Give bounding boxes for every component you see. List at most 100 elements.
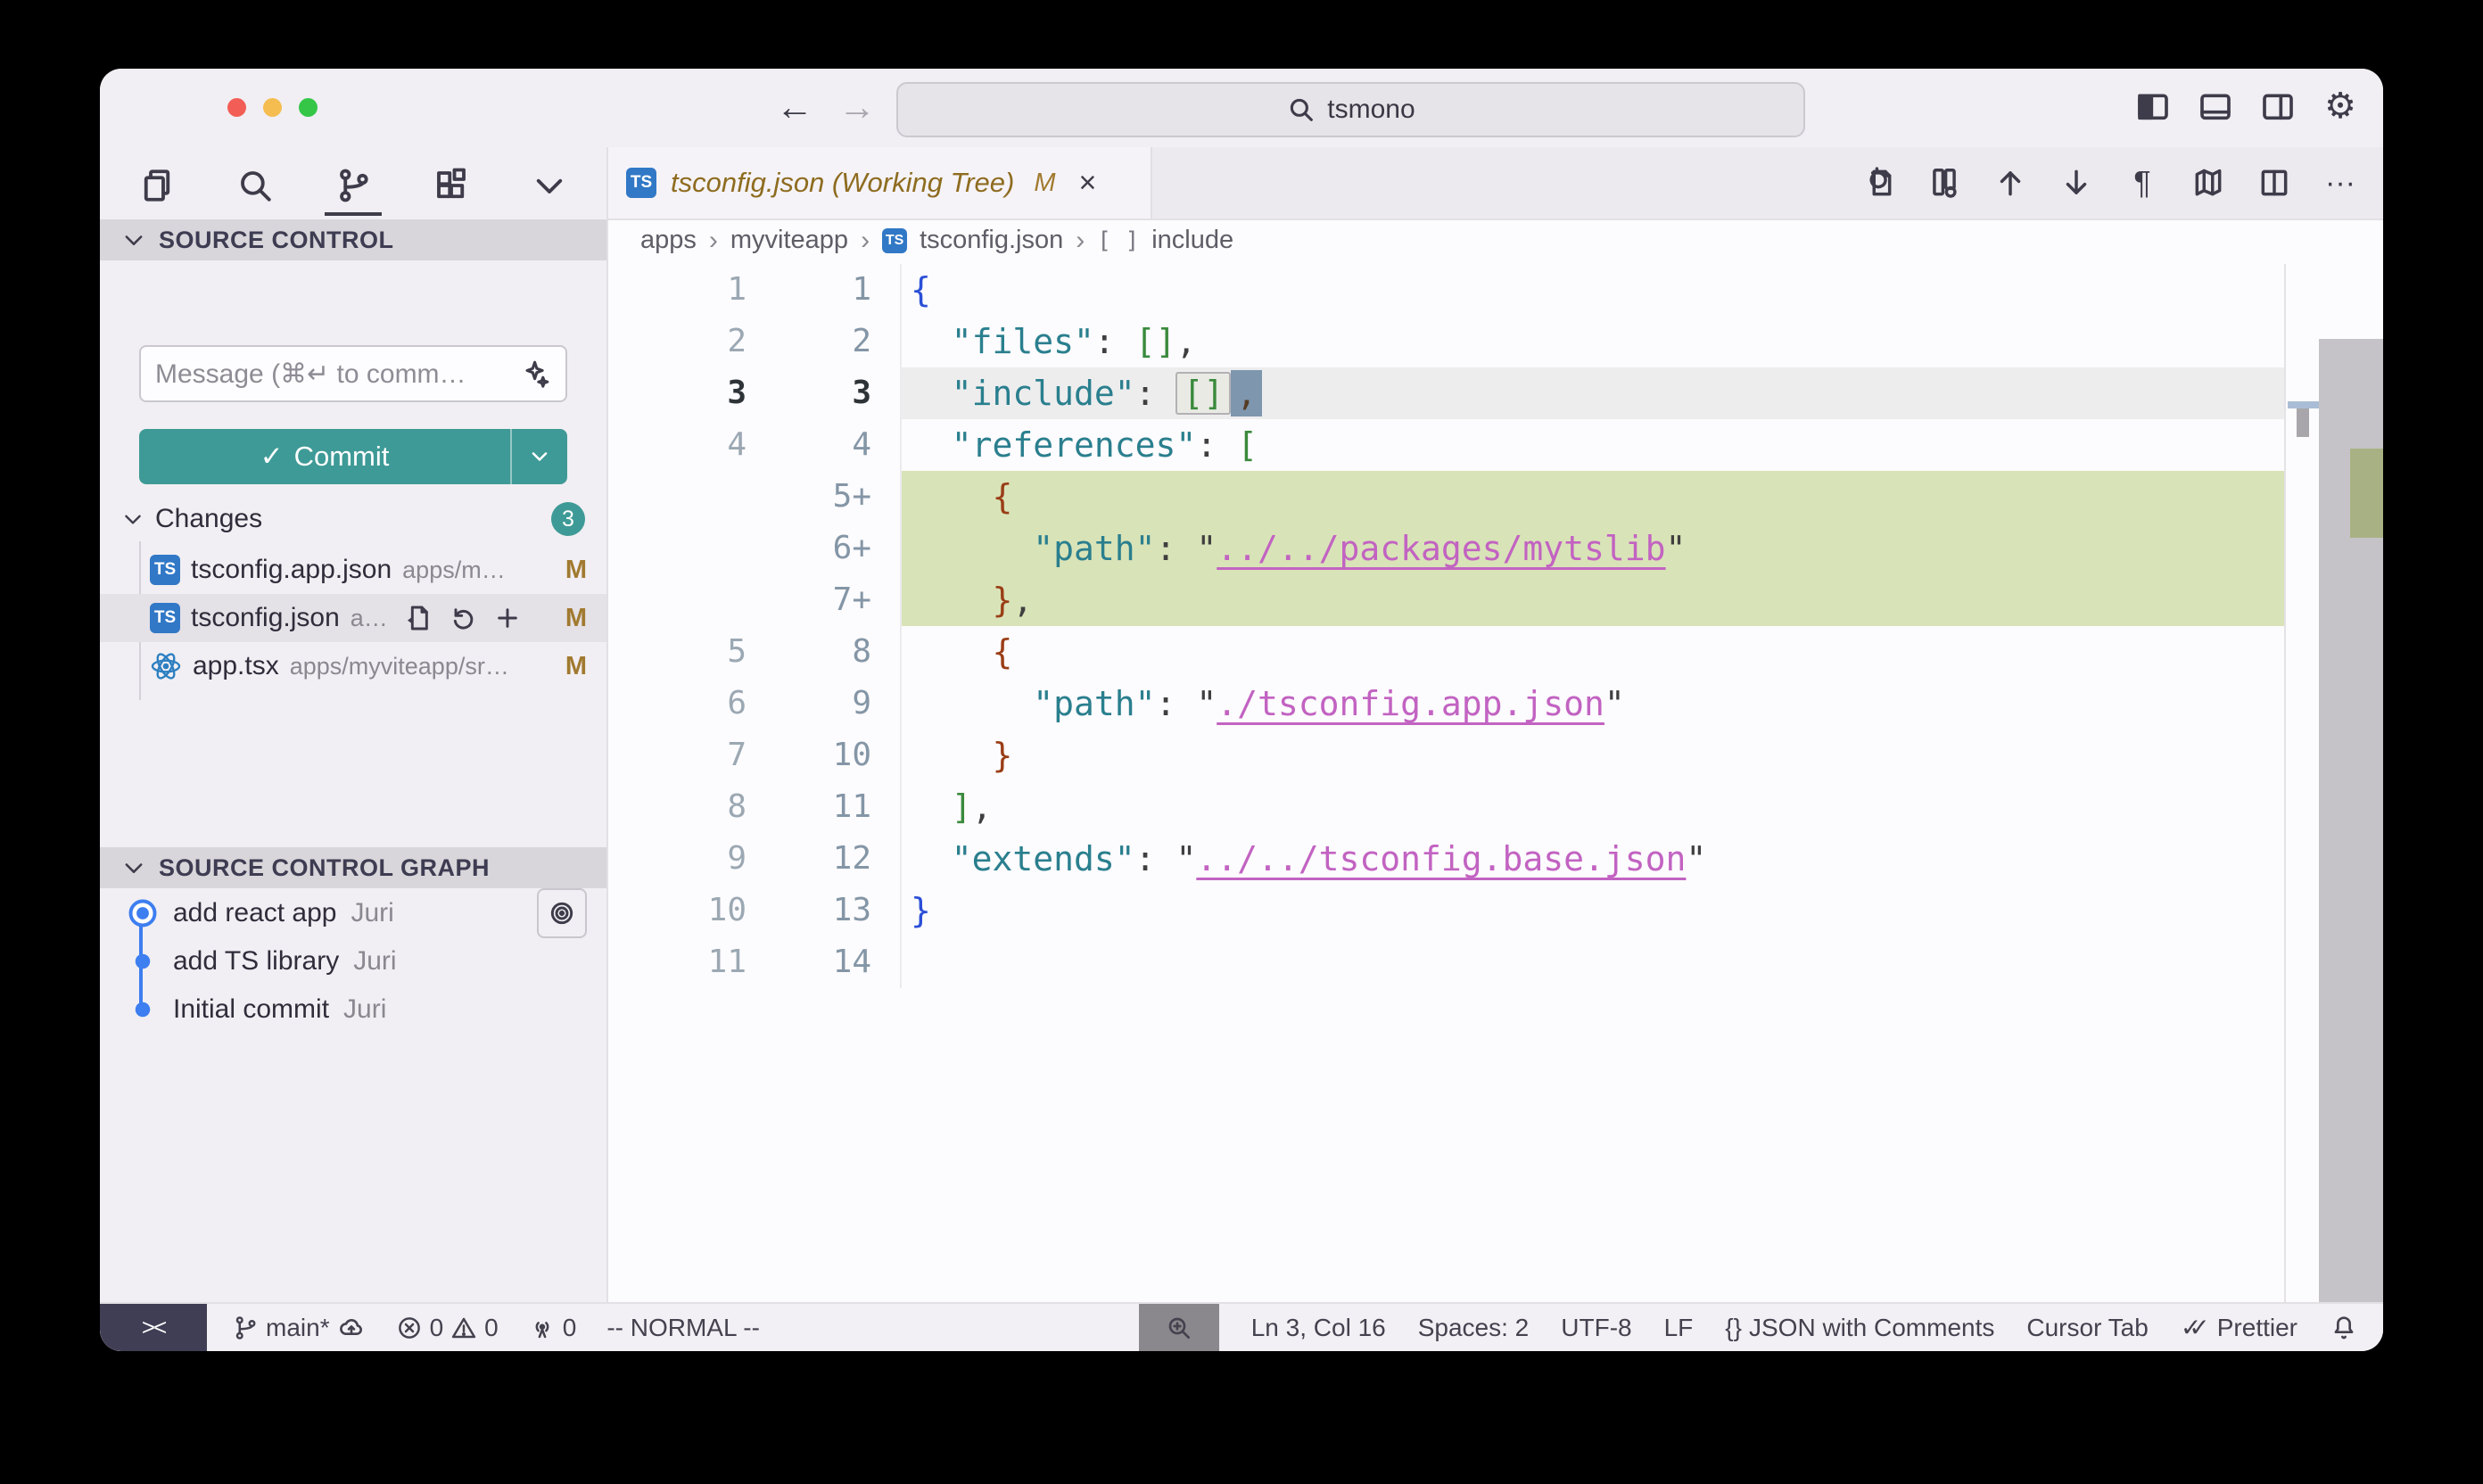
previous-change-icon[interactable] [1991,163,2030,202]
code-line[interactable]: 1114 [608,936,2383,988]
checkout-target-button[interactable] [537,888,587,938]
remote-indicator[interactable]: >< [100,1304,207,1351]
modified-line-number[interactable]: 14 [747,936,871,988]
close-window-button[interactable] [227,98,246,117]
modified-line-number[interactable]: 9 [747,678,871,730]
next-change-icon[interactable] [2057,163,2096,202]
changes-header[interactable]: Changes 3 [100,499,606,539]
original-line-number[interactable]: 2 [608,316,747,367]
source-control-graph-section-header[interactable]: SOURCE CONTROL GRAPH [100,847,606,888]
original-line-number[interactable]: 7 [608,730,747,781]
original-line-number[interactable]: 9 [608,833,747,885]
code-line[interactable]: 58 { [608,626,2383,678]
stage-changes-icon[interactable] [493,604,522,632]
tab-completion-indicator[interactable]: Cursor Tab [2026,1314,2148,1342]
original-line-number[interactable]: 3 [608,367,747,419]
modified-line-number[interactable]: 12 [747,833,871,885]
modified-line-number[interactable]: 2 [747,316,871,367]
open-file-icon[interactable] [404,604,433,632]
code-line-text[interactable]: { [902,471,2383,523]
inline-diff-view-icon[interactable] [1925,163,1964,202]
diff-editor-content[interactable]: 11 {22 "files": [],33 "include": [],44 "r… [608,264,2383,1304]
code-line[interactable]: 44 "references": [ [608,419,2383,471]
modified-line-number[interactable]: 13 [747,885,871,936]
code-line-text[interactable]: { [902,626,2383,678]
map-outline-icon[interactable] [2189,163,2228,202]
breadcrumb-folder[interactable]: myviteapp [730,226,848,255]
code-line-text[interactable]: "include": [], [902,367,2383,419]
maximize-window-button[interactable] [299,98,318,117]
settings-gear-icon[interactable]: ⚙ [2321,87,2360,126]
modified-line-number[interactable]: 3 [747,367,871,419]
formatter-indicator[interactable]: ✓✓ Prettier [2181,1313,2297,1342]
notifications-bell-icon[interactable] [2330,1314,2358,1342]
code-line-text[interactable]: } [902,885,2383,936]
breadcrumb-folder[interactable]: apps [640,226,697,255]
ports-indicator[interactable]: 0 [529,1314,577,1342]
commit-row[interactable]: add TS library Juri [100,937,606,985]
branch-indicator[interactable]: main* [232,1314,366,1342]
close-tab-icon[interactable]: × [1079,166,1097,201]
navigate-forward-button[interactable]: → [838,88,876,126]
code-line[interactable]: 5+ { [608,471,2383,523]
original-line-number[interactable] [608,471,747,523]
code-line-text[interactable]: "path": "../../packages/mytslib" [902,523,2383,574]
problems-indicator[interactable]: 0 0 [396,1314,499,1342]
original-line-number[interactable]: 11 [608,936,747,988]
code-line[interactable]: 22 "files": [], [608,316,2383,367]
encoding-indicator[interactable]: UTF-8 [1561,1314,1631,1342]
modified-line-number[interactable]: 8 [747,626,871,678]
original-line-number[interactable]: 5 [608,626,747,678]
source-control-icon[interactable] [328,157,378,214]
modified-line-number[interactable]: 7+ [747,574,871,626]
changed-file-row[interactable]: app.tsx apps/myviteapp/sr… M [100,642,606,690]
code-line-text[interactable]: "extends": "../../tsconfig.base.json" [902,833,2383,885]
more-views-chevron-icon[interactable] [524,157,574,214]
code-line[interactable]: 6+ "path": "../../packages/mytslib" [608,523,2383,574]
language-mode-indicator[interactable]: {} JSON with Comments [1725,1314,1994,1342]
search-icon[interactable] [230,157,280,214]
modified-line-number[interactable]: 1 [747,264,871,316]
code-line-text[interactable]: }, [902,574,2383,626]
extensions-icon[interactable] [426,157,476,214]
code-line-text[interactable]: "references": [ [902,419,2383,471]
sparkle-ai-icon[interactable] [521,359,551,389]
commit-row[interactable]: add react app Juri [100,889,606,937]
modified-line-number[interactable]: 11 [747,781,871,833]
split-editor-icon[interactable] [2255,163,2294,202]
explorer-icon[interactable] [132,157,182,214]
code-line-text[interactable]: "path": "./tsconfig.app.json" [902,678,2383,730]
code-line[interactable]: 7+ }, [608,574,2383,626]
original-line-number[interactable] [608,523,747,574]
tab-tsconfig-working-tree[interactable]: TS tsconfig.json (Working Tree) M × [608,147,1152,218]
command-center-search[interactable]: tsmono [896,82,1805,137]
commit-dropdown-button[interactable] [510,429,567,484]
toggle-primary-sidebar-button[interactable] [2133,87,2173,126]
original-line-number[interactable]: 10 [608,885,747,936]
modified-line-number[interactable]: 5+ [747,471,871,523]
minimap[interactable] [2284,264,2383,1304]
code-line[interactable]: 1013} [608,885,2383,936]
eol-indicator[interactable]: LF [1664,1314,1694,1342]
commit-button[interactable]: ✓ Commit [139,429,567,484]
minimize-window-button[interactable] [263,98,282,117]
toggle-panel-button[interactable] [2196,87,2235,126]
code-line[interactable]: 710 } [608,730,2383,781]
source-control-section-header[interactable]: SOURCE CONTROL [100,219,606,260]
modified-line-number[interactable]: 10 [747,730,871,781]
zoom-indicator[interactable] [1139,1304,1219,1351]
original-line-number[interactable] [608,574,747,626]
cursor-position-indicator[interactable]: Ln 3, Col 16 [1251,1314,1386,1342]
commit-message-input[interactable]: Message (⌘↵ to comm… [139,345,567,402]
modified-line-number[interactable]: 4 [747,419,871,471]
navigate-back-button[interactable]: ← [776,88,813,126]
breadcrumb-file[interactable]: tsconfig.json [920,226,1063,255]
original-line-number[interactable]: 1 [608,264,747,316]
indentation-indicator[interactable]: Spaces: 2 [1418,1314,1530,1342]
code-line[interactable]: 33 "include": [], [608,367,2383,419]
vim-mode-indicator[interactable]: -- NORMAL -- [606,1314,760,1342]
code-line-text[interactable]: ], [902,781,2383,833]
render-whitespace-icon[interactable]: ¶ [2123,163,2162,202]
breadcrumb-symbol[interactable]: include [1151,226,1233,255]
discard-changes-icon[interactable] [449,604,477,632]
